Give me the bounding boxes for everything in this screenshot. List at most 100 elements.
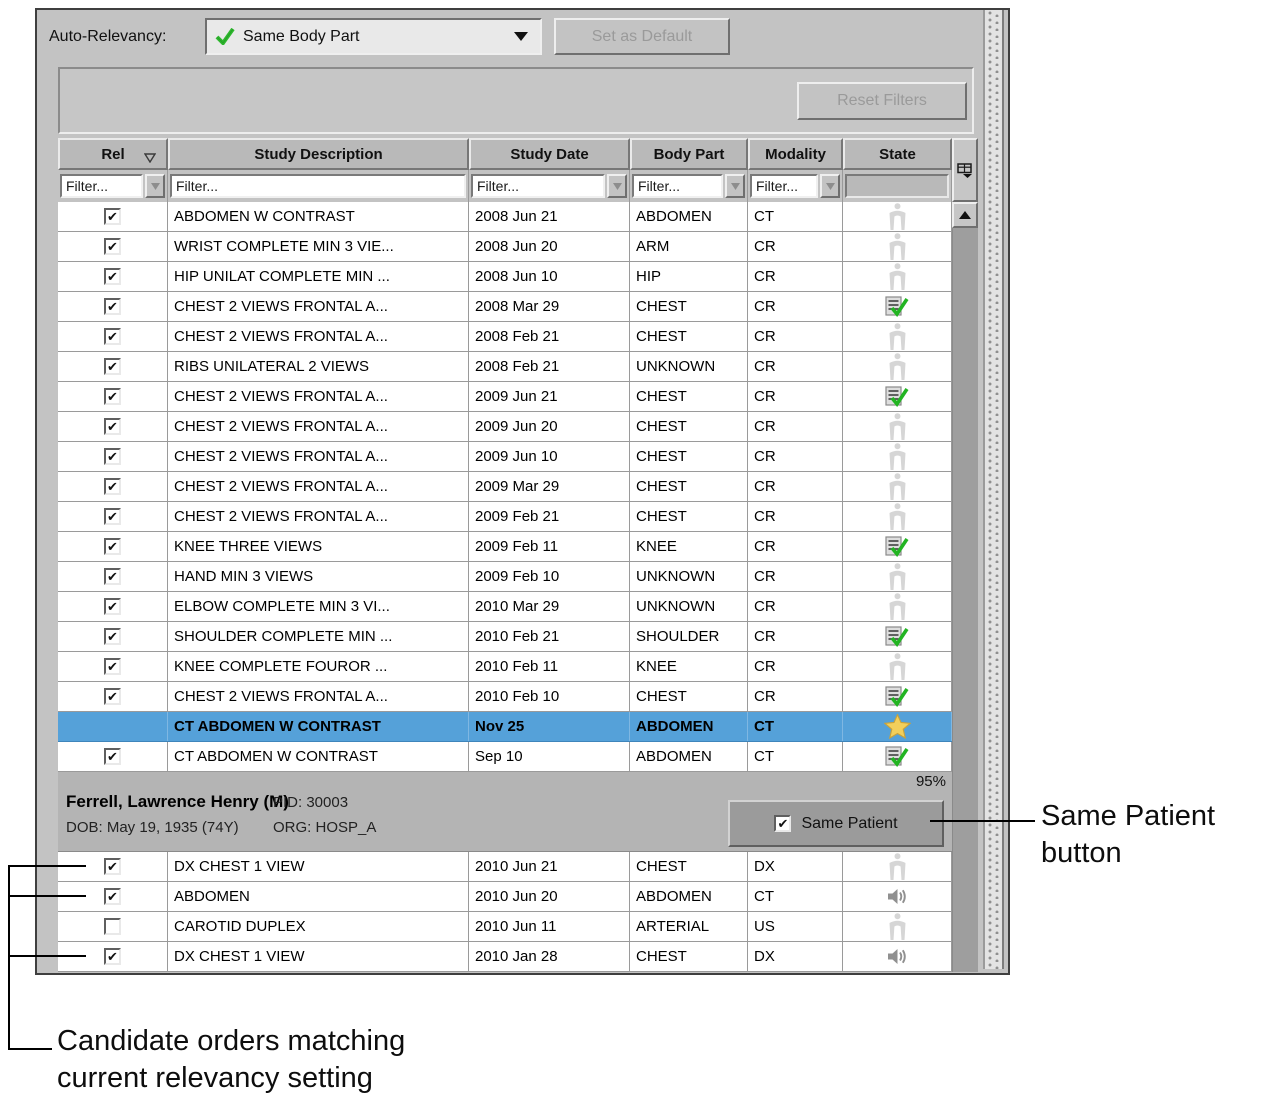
relevancy-checkbox-checked[interactable] [104, 568, 121, 585]
study-date-cell: 2008 Feb 21 [469, 352, 630, 381]
relevancy-checkbox-checked[interactable] [104, 358, 121, 375]
modality-cell: CR [748, 442, 843, 471]
modality-cell: CR [748, 292, 843, 321]
match-percent: 95% [916, 773, 946, 790]
study-description-cell: ABDOMEN W CONTRAST [168, 202, 469, 231]
modality-filter-input[interactable]: Filter... [750, 174, 818, 198]
candidates-annotation-line1: Candidate orders matching [57, 1023, 405, 1060]
table-row[interactable]: HAND MIN 3 VIEWS 2009 Feb 10 UNKNOWN CR [58, 562, 952, 592]
study-date-cell: 2010 Jun 21 [469, 852, 630, 881]
table-row[interactable]: ABDOMEN W CONTRAST 2008 Jun 21 ABDOMEN C… [58, 202, 952, 232]
study-row-list: ABDOMEN W CONTRAST 2008 Jun 21 ABDOMEN C… [58, 202, 952, 772]
study-description-cell: CHEST 2 VIEWS FRONTAL A... [168, 412, 469, 441]
table-row[interactable]: WRIST COMPLETE MIN 3 VIE... 2008 Jun 20 … [58, 232, 952, 262]
modality-cell: US [748, 912, 843, 941]
table-row[interactable]: ABDOMEN 2010 Jun 20 ABDOMEN CT [58, 882, 952, 912]
body-part-cell: ABDOMEN [630, 882, 748, 911]
state-cell [843, 412, 952, 441]
study-description-cell: KNEE THREE VIEWS [168, 532, 469, 561]
table-row[interactable]: CHEST 2 VIEWS FRONTAL A... 2008 Feb 21 C… [58, 322, 952, 352]
study-description-cell: CHEST 2 VIEWS FRONTAL A... [168, 322, 469, 351]
relevancy-checkbox-checked[interactable] [104, 298, 121, 315]
table-row[interactable]: CHEST 2 VIEWS FRONTAL A... 2009 Jun 10 C… [58, 442, 952, 472]
body-part-filter-dropdown[interactable] [725, 174, 745, 198]
table-row[interactable]: CT ABDOMEN W CONTRAST Nov 25 ABDOMEN CT [58, 712, 952, 742]
rel-filter-input[interactable]: Filter... [60, 174, 143, 198]
table-row[interactable]: CHEST 2 VIEWS FRONTAL A... 2010 Feb 10 C… [58, 682, 952, 712]
body-part-cell: CHEST [630, 382, 748, 411]
table-row[interactable]: CT ABDOMEN W CONTRAST Sep 10 ABDOMEN CT [58, 742, 952, 772]
scrollbar-track[interactable] [952, 228, 978, 972]
modality-cell: CR [748, 502, 843, 531]
relevancy-checkbox-checked[interactable] [104, 508, 121, 525]
date-filter-dropdown[interactable] [607, 174, 627, 198]
relevancy-checkbox-checked[interactable] [104, 658, 121, 675]
table-row[interactable]: SHOULDER COMPLETE MIN ... 2010 Feb 21 SH… [58, 622, 952, 652]
table-row[interactable]: RIBS UNILATERAL 2 VIEWS 2008 Feb 21 UNKN… [58, 352, 952, 382]
modality-filter-dropdown[interactable] [820, 174, 840, 198]
relevancy-checkbox-checked[interactable] [104, 858, 121, 875]
column-header-modality[interactable]: Modality [748, 138, 843, 170]
reset-filters-button[interactable]: Reset Filters [797, 82, 967, 120]
relevancy-checkbox-checked[interactable] [104, 598, 121, 615]
table-row[interactable]: DX CHEST 1 VIEW 2010 Jun 21 CHEST DX [58, 852, 952, 882]
study-table: Rel Study Description Study Date Body Pa… [58, 138, 952, 772]
modality-cell: CR [748, 382, 843, 411]
relevancy-checkbox-checked[interactable] [104, 268, 121, 285]
column-header-date[interactable]: Study Date [469, 138, 630, 170]
relevancy-checkbox-checked[interactable] [104, 478, 121, 495]
study-description-cell: CAROTID DUPLEX [168, 912, 469, 941]
table-row[interactable]: CHEST 2 VIEWS FRONTAL A... 2009 Jun 20 C… [58, 412, 952, 442]
table-row[interactable]: DX CHEST 1 VIEW 2010 Jan 28 CHEST DX [58, 942, 952, 972]
column-header-description[interactable]: Study Description [168, 138, 469, 170]
body-part-cell: CHEST [630, 442, 748, 471]
table-row[interactable]: KNEE COMPLETE FOUROR ... 2010 Feb 11 KNE… [58, 652, 952, 682]
table-row[interactable]: KNEE THREE VIEWS 2009 Feb 11 KNEE CR [58, 532, 952, 562]
patient-body-icon [887, 263, 908, 290]
table-row[interactable]: CHEST 2 VIEWS FRONTAL A... 2009 Mar 29 C… [58, 472, 952, 502]
study-date-cell: 2010 Jun 20 [469, 882, 630, 911]
relevancy-checkbox-checked[interactable] [104, 418, 121, 435]
same-patient-button[interactable]: Same Patient [728, 800, 944, 847]
auto-relevancy-dropdown[interactable]: Same Body Part [205, 18, 542, 55]
table-row[interactable]: CHEST 2 VIEWS FRONTAL A... 2009 Feb 21 C… [58, 502, 952, 532]
relevancy-checkbox-checked[interactable] [104, 948, 121, 965]
table-row[interactable]: CHEST 2 VIEWS FRONTAL A... 2009 Jun 21 C… [58, 382, 952, 412]
relevancy-checkbox-checked[interactable] [104, 888, 121, 905]
audio-report-icon [887, 888, 908, 905]
relevancy-checkbox-checked[interactable] [104, 448, 121, 465]
relevancy-checkbox-checked[interactable] [104, 628, 121, 645]
table-row[interactable]: HIP UNILAT COMPLETE MIN ... 2008 Jun 10 … [58, 262, 952, 292]
set-as-default-button[interactable]: Set as Default [554, 18, 730, 55]
description-filter-input[interactable]: Filter... [170, 174, 466, 198]
panel-resize-grip[interactable] [983, 10, 1004, 969]
relevancy-checkbox-checked[interactable] [104, 538, 121, 555]
relevancy-checkbox-checked[interactable] [104, 328, 121, 345]
column-header-body-part[interactable]: Body Part [630, 138, 748, 170]
body-part-filter-input[interactable]: Filter... [632, 174, 723, 198]
date-filter-input[interactable]: Filter... [471, 174, 605, 198]
relevancy-checkbox-checked[interactable] [104, 388, 121, 405]
column-config-button[interactable] [952, 138, 978, 202]
rel-filter-dropdown[interactable] [145, 174, 165, 198]
candidate-table: DX CHEST 1 VIEW 2010 Jun 21 CHEST DX ABD… [58, 852, 952, 972]
relevancy-checkbox-checked[interactable] [104, 688, 121, 705]
relevancy-checkbox-checked[interactable] [104, 748, 121, 765]
column-header-rel[interactable]: Rel [58, 138, 168, 170]
body-part-cell: SHOULDER [630, 622, 748, 651]
relevancy-checkbox-checked[interactable] [104, 208, 121, 225]
column-header-state[interactable]: State [843, 138, 952, 170]
relevancy-checkbox-unchecked[interactable] [104, 918, 121, 935]
state-cell [843, 742, 952, 771]
table-row[interactable]: CHEST 2 VIEWS FRONTAL A... 2008 Mar 29 C… [58, 292, 952, 322]
relevancy-checkbox-checked[interactable] [104, 238, 121, 255]
same-patient-checkbox[interactable] [774, 815, 791, 832]
scrollbar-up-button[interactable] [952, 202, 978, 228]
filter-zone: Reset Filters [58, 67, 974, 134]
table-row[interactable]: CAROTID DUPLEX 2010 Jun 11 ARTERIAL US [58, 912, 952, 942]
body-part-cell: UNKNOWN [630, 592, 748, 621]
body-part-cell: ABDOMEN [630, 202, 748, 231]
state-cell [843, 682, 952, 711]
patient-body-icon [887, 413, 908, 440]
table-row[interactable]: ELBOW COMPLETE MIN 3 VI... 2010 Mar 29 U… [58, 592, 952, 622]
